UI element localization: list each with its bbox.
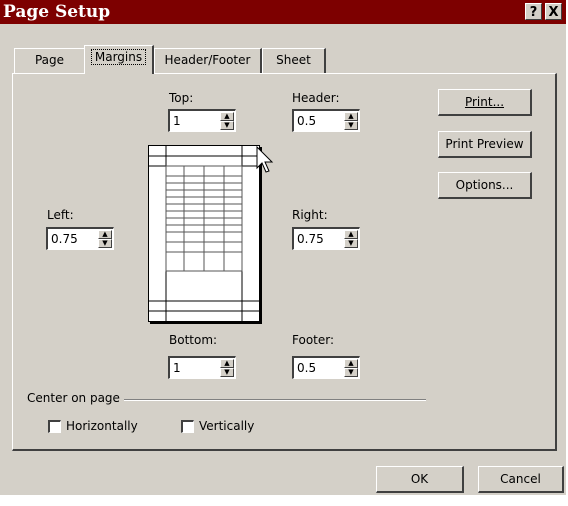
bottom-margin-value[interactable]: 1: [173, 361, 181, 375]
vertically-checkbox[interactable]: [181, 420, 194, 433]
horizontally-checkbox[interactable]: [48, 420, 61, 433]
tab-margins[interactable]: Margins: [84, 45, 154, 74]
spin-up-arrow-icon[interactable]: ▲: [220, 112, 234, 121]
left-margin-label: Left:: [47, 208, 74, 222]
spin-up-arrow-icon[interactable]: ▲: [344, 359, 358, 368]
help-button[interactable]: ?: [525, 3, 542, 20]
options-button[interactable]: Options...: [438, 172, 532, 199]
bottom-margin-label: Bottom:: [169, 333, 218, 347]
footer-margin-spinner[interactable]: 0.5 ▲ ▼: [292, 356, 360, 379]
top-margin-label: Top:: [169, 91, 194, 105]
spin-down-arrow-icon[interactable]: ▼: [344, 121, 358, 130]
options-button-label: Options...: [455, 178, 514, 192]
window-title: Page Setup: [3, 2, 111, 22]
header-margin-spinner[interactable]: 0.5 ▲ ▼: [292, 109, 360, 132]
spin-up-arrow-icon[interactable]: ▲: [344, 112, 358, 121]
right-margin-label: Right:: [292, 208, 328, 222]
header-margin-value[interactable]: 0.5: [297, 114, 316, 128]
ok-button[interactable]: OK: [376, 466, 464, 493]
top-margin-spinner[interactable]: 1 ▲ ▼: [168, 109, 236, 132]
right-margin-spinner[interactable]: 0.75 ▲ ▼: [292, 227, 360, 250]
header-margin-label: Header:: [292, 91, 340, 105]
tab-sheet[interactable]: Sheet: [262, 48, 326, 73]
spin-up-arrow-icon[interactable]: ▲: [220, 359, 234, 368]
left-margin-value[interactable]: 0.75: [51, 232, 78, 246]
footer-margin-value[interactable]: 0.5: [297, 361, 316, 375]
spin-down-arrow-icon[interactable]: ▼: [344, 239, 358, 248]
horizontally-label[interactable]: Horizontally: [66, 419, 138, 433]
bottom-margin-spinner[interactable]: 1 ▲ ▼: [168, 356, 236, 379]
vertically-label[interactable]: Vertically: [199, 419, 254, 433]
print-button-label: Print...: [464, 95, 505, 109]
center-on-page-divider: [124, 399, 426, 401]
spin-down-arrow-icon[interactable]: ▼: [220, 121, 234, 130]
print-button[interactable]: Print...: [438, 89, 532, 116]
title-bar[interactable]: Page Setup ? X: [0, 0, 566, 24]
cancel-button[interactable]: Cancel: [478, 466, 564, 493]
ok-button-label: OK: [410, 472, 429, 486]
tab-page-label: Page: [34, 53, 65, 67]
tab-header-footer[interactable]: Header/Footer: [154, 48, 262, 73]
tab-sheet-label: Sheet: [276, 53, 311, 67]
tab-page[interactable]: Page: [14, 48, 86, 73]
spin-down-arrow-icon[interactable]: ▼: [220, 368, 234, 377]
tab-header-footer-label: Header/Footer: [164, 53, 251, 67]
center-on-page-label: Center on page: [27, 391, 120, 405]
close-button[interactable]: X: [545, 3, 562, 20]
spin-down-arrow-icon[interactable]: ▼: [98, 239, 112, 248]
tab-margins-label: Margins: [90, 49, 147, 65]
cancel-button-label: Cancel: [500, 472, 541, 486]
footer-margin-label: Footer:: [292, 333, 335, 347]
print-preview-button[interactable]: Print Preview: [438, 131, 532, 158]
spin-up-arrow-icon[interactable]: ▲: [98, 230, 112, 239]
spin-up-arrow-icon[interactable]: ▲: [344, 230, 358, 239]
right-margin-value[interactable]: 0.75: [297, 232, 324, 246]
spin-down-arrow-icon[interactable]: ▼: [344, 368, 358, 377]
left-margin-spinner[interactable]: 0.75 ▲ ▼: [46, 227, 114, 250]
top-margin-value[interactable]: 1: [173, 114, 181, 128]
mouse-pointer-icon: [256, 146, 274, 173]
page-preview-drawing: [149, 146, 259, 321]
print-preview-button-label: Print Preview: [445, 137, 524, 151]
page-setup-dialog: Page Setup ? X Page Margins Header/Foote…: [0, 0, 566, 495]
page-preview: [148, 145, 260, 322]
